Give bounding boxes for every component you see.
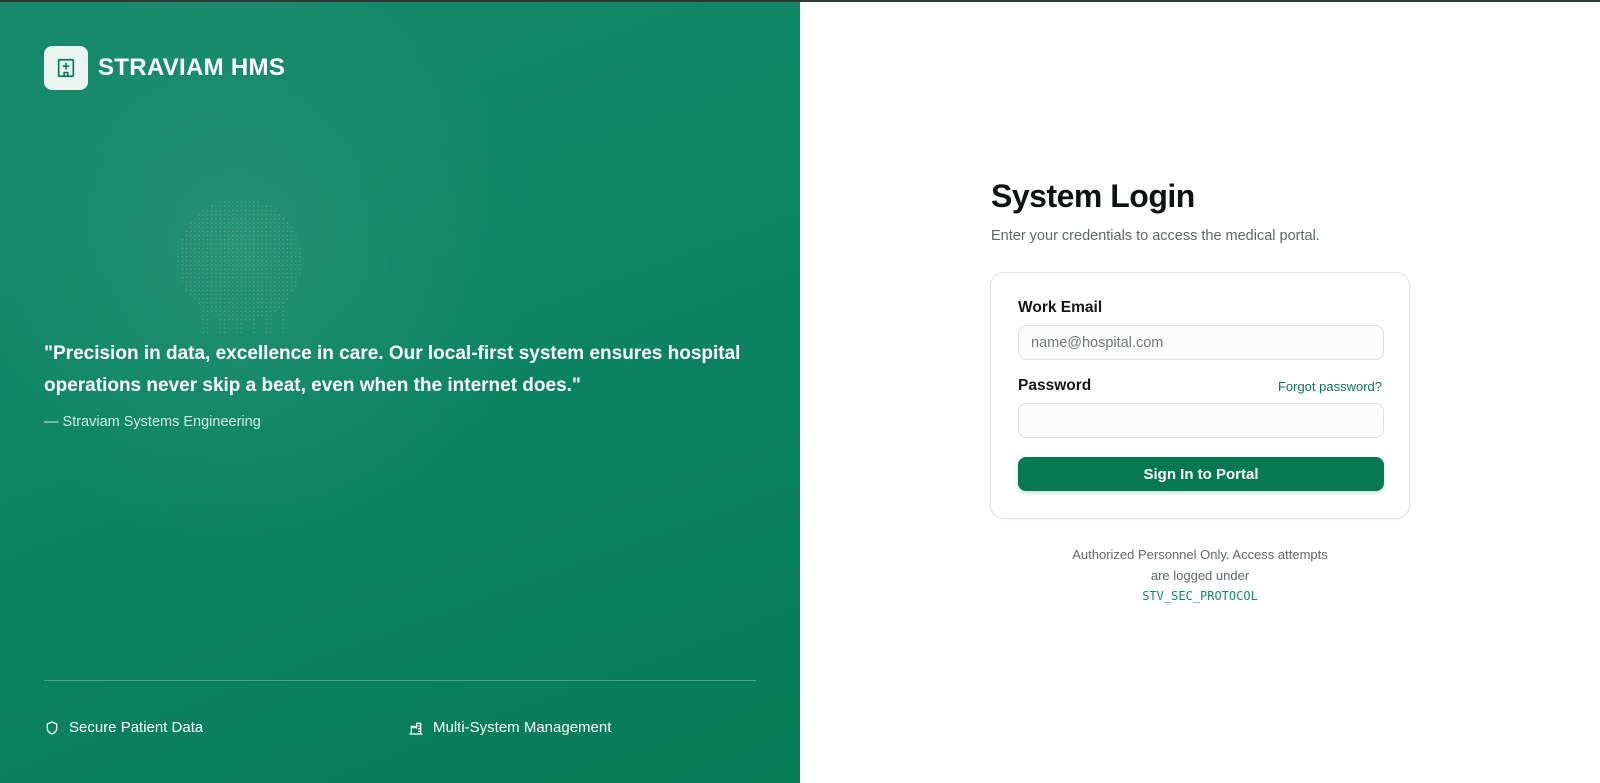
- forgot-password-link[interactable]: Forgot password?: [1278, 379, 1382, 394]
- hero-quote-author: — Straviam Systems Engineering: [44, 414, 261, 430]
- security-notice: Authorized Personnel Only. Access attemp…: [990, 544, 1410, 607]
- building-chart-icon: [408, 720, 424, 736]
- feature-label: Secure Patient Data: [69, 719, 204, 736]
- email-label: Work Email: [1018, 299, 1103, 316]
- password-field[interactable]: [1018, 403, 1384, 438]
- brand-panel: STRAVIAM HMS "Precision in data, excelle…: [0, 0, 800, 783]
- sign-in-button[interactable]: Sign In to Portal: [1018, 457, 1384, 491]
- feature-secure-data: Secure Patient Data: [44, 719, 203, 736]
- page-subtitle: Enter your credentials to access the med…: [991, 228, 1320, 244]
- top-border: [0, 0, 1600, 2]
- decorative-dot-globe: [177, 201, 301, 333]
- password-label: Password: [1018, 377, 1092, 394]
- feature-multi-system: Multi-System Management: [408, 719, 611, 736]
- hero-quote: "Precision in data, excellence in care. …: [44, 343, 741, 396]
- feature-label: Multi-System Management: [433, 719, 612, 736]
- login-panel: System Login Enter your credentials to a…: [800, 0, 1600, 783]
- brand-name: STRAVIAM HMS: [98, 54, 286, 81]
- brand-header: STRAVIAM HMS: [44, 46, 285, 90]
- panel-divider: [44, 680, 756, 681]
- shield-icon: [44, 720, 60, 736]
- security-notice-text: Authorized Personnel Only. Access attemp…: [1072, 547, 1328, 583]
- hospital-icon: [44, 46, 88, 90]
- page-title: System Login: [991, 178, 1195, 214]
- security-protocol-code: STV_SEC_PROTOCOL: [1142, 589, 1258, 603]
- email-field[interactable]: [1018, 325, 1384, 360]
- login-form: Work Email Password Forgot password? Sig…: [990, 272, 1410, 519]
